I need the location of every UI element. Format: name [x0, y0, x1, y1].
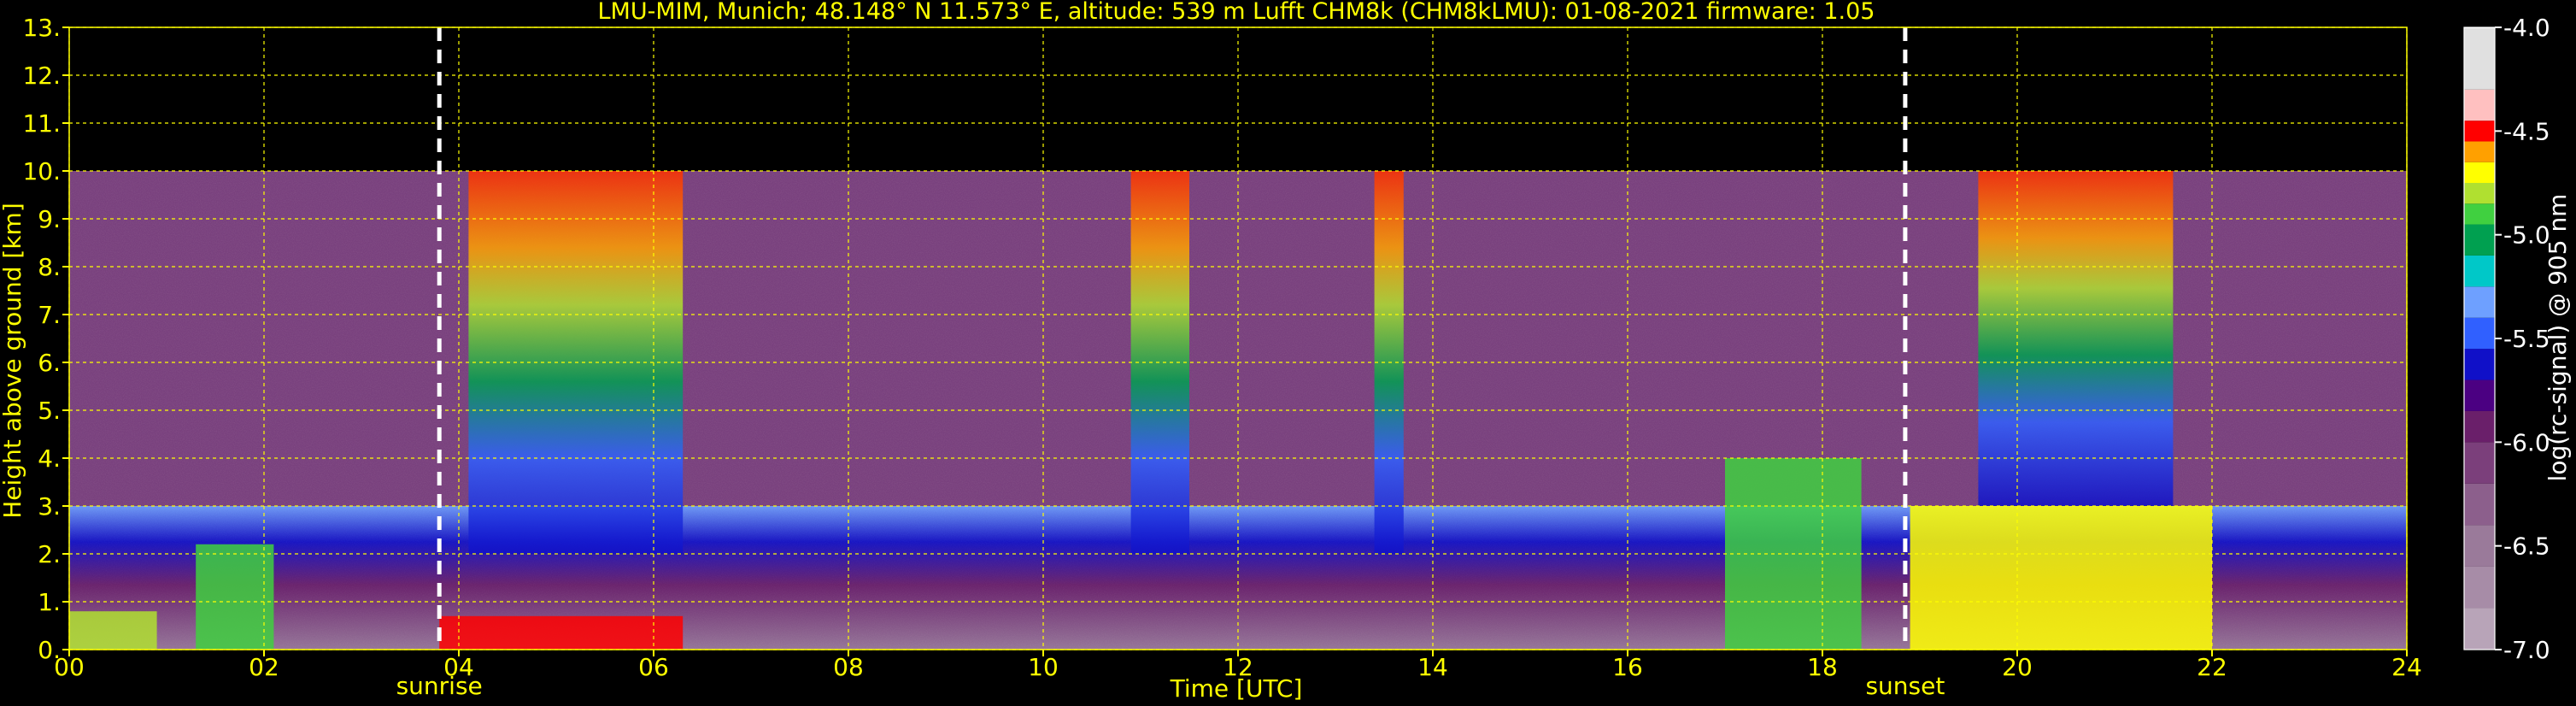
y-tick-label: 5.	[38, 397, 61, 425]
y-tick-label: 12.	[22, 62, 61, 90]
colorbar-level	[2464, 442, 2495, 484]
y-tick-label: 11.	[22, 109, 61, 138]
colorbar-tick-label: -4.5	[2503, 117, 2550, 145]
x-tick-label: 02	[249, 653, 279, 681]
y-tick-label: 3.	[38, 492, 61, 521]
x-tick-label: 20	[2002, 653, 2033, 681]
y-axis-label: Height above ground [km]	[0, 203, 26, 519]
colorbar-level	[2464, 224, 2495, 256]
colorbar-level	[2464, 349, 2495, 380]
y-tick-label: 1.	[38, 588, 61, 616]
colorbar-level	[2464, 183, 2495, 204]
colorbar-level	[2464, 566, 2495, 609]
colorbar-level	[2464, 286, 2495, 318]
colorbar-level	[2464, 525, 2495, 567]
y-tick-label: 6.	[38, 349, 61, 377]
ceilometer-chart: LMU-MIM, Munich; 48.148° N 11.573° E, al…	[0, 0, 2572, 703]
layer-evening-layer	[1910, 506, 2212, 650]
y-tick-label: 9.	[38, 205, 61, 233]
x-tick-label: 14	[1417, 653, 1448, 681]
x-tick-label: 24	[2391, 653, 2422, 681]
x-tick-label: 22	[2197, 653, 2227, 681]
y-tick-label: 7.	[38, 301, 61, 329]
colorbar-level	[2464, 317, 2495, 350]
chart-title: LMU-MIM, Munich; 48.148° N 11.573° E, al…	[598, 0, 1875, 25]
colorbar-level	[2464, 379, 2495, 411]
colorbar-level	[2464, 121, 2495, 142]
colorbar-tick-label: -6.5	[2503, 532, 2550, 561]
y-tick-label: 13.	[22, 14, 61, 42]
colorbar-level	[2464, 483, 2495, 526]
x-tick-label: 16	[1612, 653, 1643, 681]
colorbar: -4.0-4.5-5.0-5.5-6.0-6.5-7.0	[2463, 14, 2550, 664]
x-tick-label: 00	[54, 653, 85, 681]
colorbar-tick-label: -7.0	[2503, 636, 2550, 664]
layer-aerosol-layer-night	[196, 544, 274, 650]
x-axis-label: Time [UTC]	[1170, 674, 1303, 703]
x-tick-label: 18	[1807, 653, 1838, 681]
colorbar-level	[2464, 255, 2495, 287]
layer-fog-layer	[439, 615, 684, 650]
x-tick-label: 10	[1028, 653, 1059, 681]
colorbar-level	[2464, 89, 2495, 121]
colorbar-level	[2464, 27, 2495, 90]
colorbar-level	[2464, 141, 2495, 162]
colorbar-label: log(rc-signal) @ 905 nm	[2544, 194, 2572, 482]
layer-upper-plume-evening	[1978, 171, 2174, 506]
layer-noise-plume-2	[1130, 171, 1189, 554]
colorbar-tick-label: -4.0	[2503, 14, 2550, 42]
x-tick-label: 08	[833, 653, 864, 681]
x-tick-label: 06	[638, 653, 669, 681]
x-tick-label: 04	[443, 653, 474, 681]
colorbar-level	[2464, 608, 2495, 650]
colorbar-level	[2464, 162, 2495, 183]
y-tick-label: 2.	[38, 540, 61, 568]
y-tick-label: 10.	[22, 157, 61, 185]
event-label-sunset: sunset	[1865, 672, 1945, 700]
y-tick-label: 4.	[38, 444, 61, 473]
colorbar-level	[2464, 203, 2495, 225]
colorbar-level	[2464, 410, 2495, 443]
y-tick-label: 8.	[38, 253, 61, 281]
layer-aerosol-layer-morning	[69, 611, 157, 650]
